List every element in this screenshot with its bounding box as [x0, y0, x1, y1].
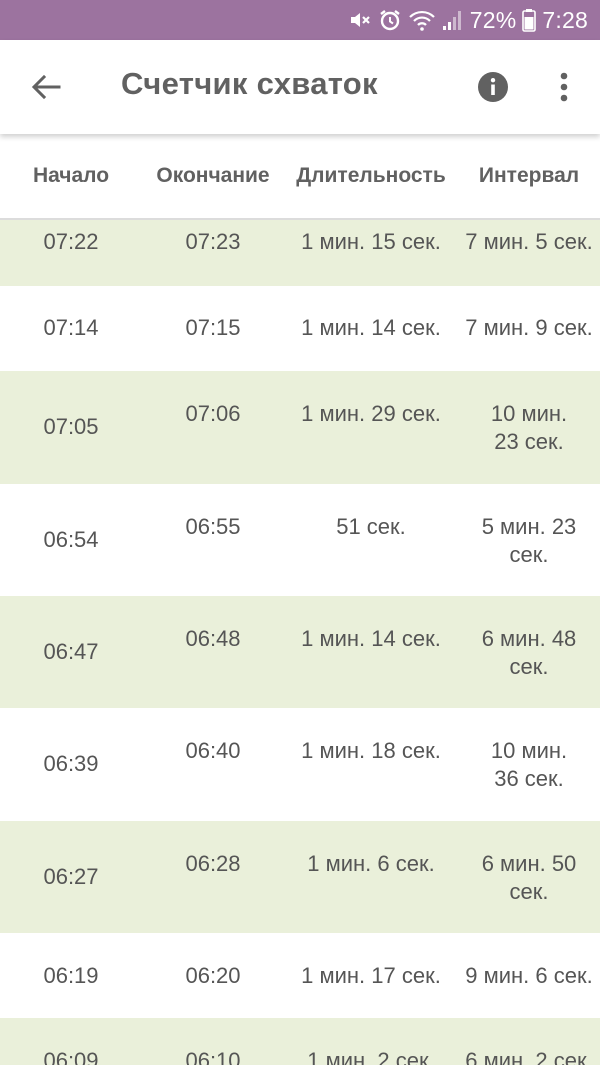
battery-icon [522, 8, 537, 32]
status-time: 7:28 [542, 6, 588, 33]
app-bar: Счетчик схваток [0, 40, 600, 134]
table-row[interactable]: 06:27 06:28 1 мин. 6 сек. 6 мин. 50 сек. [0, 821, 600, 933]
alarm-icon [378, 8, 402, 32]
interval: 10 мин. 23 сек. [490, 401, 568, 454]
interval: 5 мин. 23 сек. [481, 514, 577, 567]
start-time: 06:47 [43, 639, 99, 664]
page-title: Счетчик схваток [121, 66, 378, 101]
start-time: 07:14 [43, 315, 99, 340]
table-row[interactable]: 06:47 06:48 1 мин. 14 сек. 6 мин. 48 сек… [0, 596, 600, 708]
interval: 7 мин. 5 сек. [465, 229, 593, 254]
duration: 1 мин. 18 сек. [301, 738, 441, 763]
battery-percent: 72% [469, 6, 517, 33]
duration: 1 мин. 17 сек. [301, 963, 441, 988]
more-vert-icon [560, 72, 568, 102]
table-row[interactable]: 07:05 07:06 1 мин. 29 сек. 10 мин. 23 се… [0, 371, 600, 484]
end-time: 06:10 [185, 1048, 241, 1065]
interval: 6 мин. 48 сек. [481, 626, 577, 679]
start-time: 06:54 [43, 527, 99, 552]
start-time: 06:19 [43, 963, 99, 988]
end-time: 06:28 [185, 851, 241, 876]
duration: 1 мин. 14 сек. [301, 626, 441, 651]
signal-icon [442, 8, 464, 32]
back-button[interactable] [22, 67, 70, 107]
start-time: 06:27 [43, 864, 99, 889]
end-time: 06:20 [185, 963, 241, 988]
wifi-icon [408, 8, 436, 32]
end-time: 07:23 [185, 229, 241, 254]
table-row[interactable]: 06:54 06:55 51 сек. 5 мин. 23 сек. [0, 484, 600, 596]
interval: 7 мин. 9 сек. [465, 315, 593, 340]
duration: 1 мин. 14 сек. [301, 315, 441, 340]
column-header-start: Начало [32, 164, 110, 187]
end-time: 07:15 [185, 315, 241, 340]
interval: 9 мин. 6 сек. [465, 963, 593, 988]
start-time: 07:05 [43, 414, 99, 439]
start-time: 07:22 [43, 229, 99, 254]
table-row[interactable]: 07:14 07:15 1 мин. 14 сек. 7 мин. 9 сек. [0, 286, 600, 371]
duration: 1 мин. 29 сек. [301, 401, 441, 426]
contractions-list[interactable]: 07:22 07:23 1 мин. 15 сек. 7 мин. 5 сек.… [0, 220, 600, 1065]
table-row[interactable]: 06:19 06:20 1 мин. 17 сек. 9 мин. 6 сек. [0, 933, 600, 1018]
end-time: 06:55 [185, 514, 241, 539]
end-time: 06:48 [185, 626, 241, 651]
interval: 10 мин. 36 сек. [490, 738, 568, 791]
end-time: 06:40 [185, 738, 241, 763]
duration: 51 сек. [336, 514, 406, 539]
table-header: Начало Окончание Длительность Интервал [0, 134, 600, 220]
end-time: 07:06 [185, 401, 241, 426]
column-header-duration: Длительность [296, 164, 446, 187]
start-time: 06:39 [43, 751, 99, 776]
interval: 6 мин. 50 сек. [481, 851, 577, 904]
status-bar: 72% 7:28 [0, 0, 600, 40]
info-button[interactable] [474, 68, 512, 106]
table-row[interactable]: 07:22 07:23 1 мин. 15 сек. 7 мин. 5 сек. [0, 220, 600, 286]
table-row[interactable]: 06:09 06:10 1 мин. 2 сек. 6 мин. 2 сек. [0, 1018, 600, 1065]
column-header-end: Окончание [156, 164, 270, 187]
column-header-interval: Интервал [478, 164, 580, 187]
duration: 1 мин. 15 сек. [301, 229, 441, 254]
duration: 1 мин. 6 сек. [307, 851, 435, 876]
arrow-back-icon [31, 74, 61, 100]
table-row[interactable]: 06:39 06:40 1 мин. 18 сек. 10 мин. 36 се… [0, 708, 600, 821]
duration: 1 мин. 2 сек. [307, 1048, 435, 1065]
more-options-button[interactable] [544, 66, 584, 108]
start-time: 06:09 [43, 1048, 99, 1065]
info-icon [478, 72, 508, 102]
interval: 6 мин. 2 сек. [465, 1048, 593, 1065]
mute-icon [348, 8, 372, 32]
